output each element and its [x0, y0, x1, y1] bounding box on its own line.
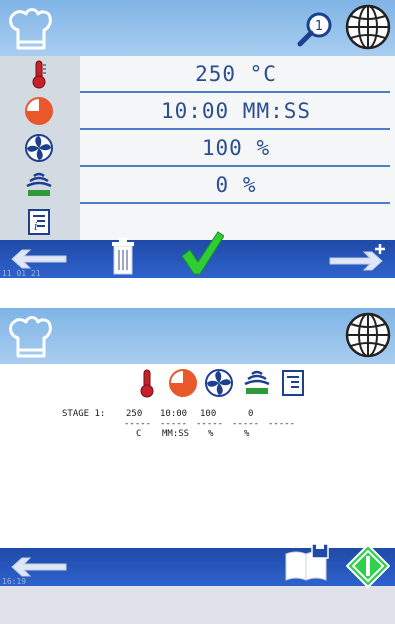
unit-temperature: C	[136, 429, 142, 439]
summary-body: STAGE 1: 250 10:00 100 0 ----- ----- ---…	[0, 364, 395, 548]
info-notes-icon	[282, 370, 304, 396]
bottom-bar: 11 01 21	[0, 231, 395, 278]
start-program-icon[interactable]	[346, 544, 390, 588]
parameter-list: 250 °C 10:00 MM:SS 100 % 0 % i	[0, 56, 395, 242]
save-recipe-book-icon[interactable]	[284, 542, 330, 582]
program-edit-screen: 1 250 °C 10:00 MM:SS 100 % 0 % i 11 01 2…	[0, 0, 395, 278]
thermometer-icon	[32, 60, 46, 89]
stage-summary: STAGE 1: 250 10:00 100 0 ----- ----- ---…	[62, 408, 295, 624]
steam-icon	[244, 370, 270, 394]
globe-language-icon[interactable]	[344, 3, 392, 51]
stage-label: STAGE 1:	[62, 409, 106, 419]
confirm-check-icon[interactable]	[180, 230, 224, 276]
time-value: 10:00 MM:SS	[160, 99, 312, 123]
clock-display: 11 01 21	[2, 269, 41, 278]
unit-steam: %	[244, 429, 250, 439]
trash-icon[interactable]	[110, 236, 136, 276]
screen-gap	[0, 278, 395, 308]
globe-language-icon[interactable]	[344, 311, 392, 359]
time-row[interactable]: 10:00 MM:SS	[0, 93, 395, 129]
bottom-bar: 16:19	[0, 543, 395, 588]
search-program-icon[interactable]: 1	[296, 10, 336, 50]
top-bar: 1	[0, 0, 395, 56]
notes-value	[86, 209, 386, 235]
chef-hat-icon[interactable]	[6, 312, 56, 360]
fan-icon	[25, 134, 53, 162]
summary-icon-row	[0, 364, 395, 404]
unit-fan: %	[208, 429, 214, 439]
add-stage-arrow-icon[interactable]	[326, 242, 390, 274]
timer-icon	[169, 369, 197, 397]
clock-display: 16:19	[2, 577, 27, 586]
temperature-row[interactable]: 250 °C	[0, 56, 395, 92]
info-notes-icon: i	[28, 209, 50, 235]
search-badge-number: 1	[315, 19, 323, 34]
steam-row[interactable]: 0 %	[0, 167, 395, 203]
timer-icon	[25, 97, 53, 125]
thermometer-icon	[140, 369, 154, 398]
svg-text:i: i	[34, 220, 38, 233]
fan-row[interactable]: 100 %	[0, 130, 395, 166]
unit-time: MM:SS	[162, 429, 190, 439]
temperature-value: 250 °C	[195, 62, 277, 86]
fan-icon	[205, 369, 233, 397]
steam-value: 0 %	[215, 173, 257, 197]
top-bar	[0, 308, 395, 364]
fan-speed-value: 100 %	[201, 136, 271, 160]
steam-icon	[26, 172, 52, 196]
program-summary-screen: STAGE 1: 250 10:00 100 0 ----- ----- ---…	[0, 308, 395, 588]
separator-dashes: -----	[268, 419, 296, 429]
chef-hat-icon[interactable]	[6, 4, 56, 52]
